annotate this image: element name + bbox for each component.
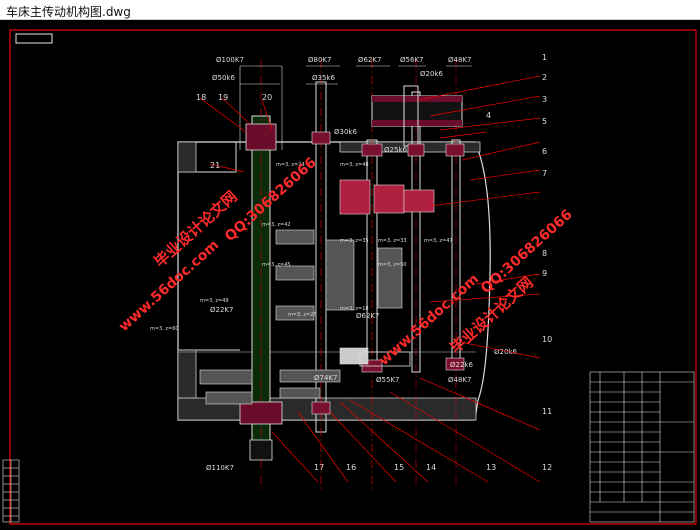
part-number: 12 <box>542 463 552 472</box>
part-number: 8 <box>542 249 547 258</box>
dim-label: Ø74K7 <box>314 374 337 382</box>
corner-label-box <box>15 33 53 44</box>
part-number: 14 <box>426 463 436 472</box>
dim-label: Ø62K7 <box>356 312 379 320</box>
title-block <box>589 371 695 523</box>
gear-label: m=3, z=48 <box>340 162 369 168</box>
gear-label: m=3, z=60 <box>150 326 179 332</box>
part-number: 5 <box>542 117 547 126</box>
window-titlebar: 车床主传动机构图.dwg <box>0 0 700 20</box>
dim-label: Ø35k6 <box>312 74 335 82</box>
dim-label: Ø30k6 <box>334 128 357 136</box>
part-number: 15 <box>394 463 404 472</box>
part-number: 11 <box>542 407 552 416</box>
part-number: 17 <box>314 463 324 472</box>
cad-drawing: Ø100K7 Ø50k6 Ø80K7 Ø35k6 Ø62K7 Ø56K7 Ø20… <box>2 29 697 525</box>
part-number: 3 <box>542 95 547 104</box>
dim-label: Ø50k6 <box>212 74 235 82</box>
gear-label: m=3, z=49 <box>200 298 229 304</box>
gears <box>199 179 435 405</box>
dim-label: Ø22k6 <box>450 361 473 369</box>
gear-label: m=3, z=26 <box>288 312 317 318</box>
dim-label: Ø25k6 <box>384 146 407 154</box>
dim-label: Ø100K7 <box>216 56 244 64</box>
dim-label: Ø110K7 <box>206 464 234 472</box>
part-number: 1 <box>542 53 547 62</box>
dim-label: Ø80K7 <box>308 56 331 64</box>
gear-label: m=3, z=35 <box>340 238 369 244</box>
part-number: 10 <box>542 335 552 344</box>
gear-label: m=3, z=33 <box>378 238 407 244</box>
gear-label: m=3, z=42 <box>262 222 291 228</box>
cad-canvas[interactable]: Ø100K7 Ø50k6 Ø80K7 Ø35k6 Ø62K7 Ø56K7 Ø20… <box>0 20 700 526</box>
part-number: 16 <box>346 463 356 472</box>
part-number: 4 <box>486 111 491 120</box>
part-number: 2 <box>542 73 547 82</box>
dim-label: Ø56K7 <box>400 56 423 64</box>
dim-label: Ø62K7 <box>358 56 381 64</box>
part-number: 7 <box>542 169 547 178</box>
part-number: 13 <box>486 463 496 472</box>
part-number: 18 <box>196 93 206 102</box>
dim-label: Ø22K7 <box>210 306 233 314</box>
window-title: 车床主传动机构图.dwg <box>6 5 131 19</box>
gear-label: m=3, z=47 <box>424 238 453 244</box>
gear-label: m=3, z=18 <box>340 306 369 312</box>
part-number: 21 <box>210 161 220 170</box>
part-number: 6 <box>542 147 547 156</box>
dim-label: Ø48K7 <box>448 56 471 64</box>
dim-label: Ø20k6 <box>420 70 443 78</box>
left-margin-table <box>2 459 20 523</box>
gear-label: m=3, z=45 <box>262 262 291 268</box>
gear-label: m=3, z=50 <box>378 262 407 268</box>
part-number: 20 <box>262 93 272 102</box>
shaft-two <box>315 60 327 490</box>
part-number: 19 <box>218 93 228 102</box>
dim-label: Ø55K7 <box>376 376 399 384</box>
part-number: 9 <box>542 269 547 278</box>
dim-label: Ø48K7 <box>448 376 471 384</box>
